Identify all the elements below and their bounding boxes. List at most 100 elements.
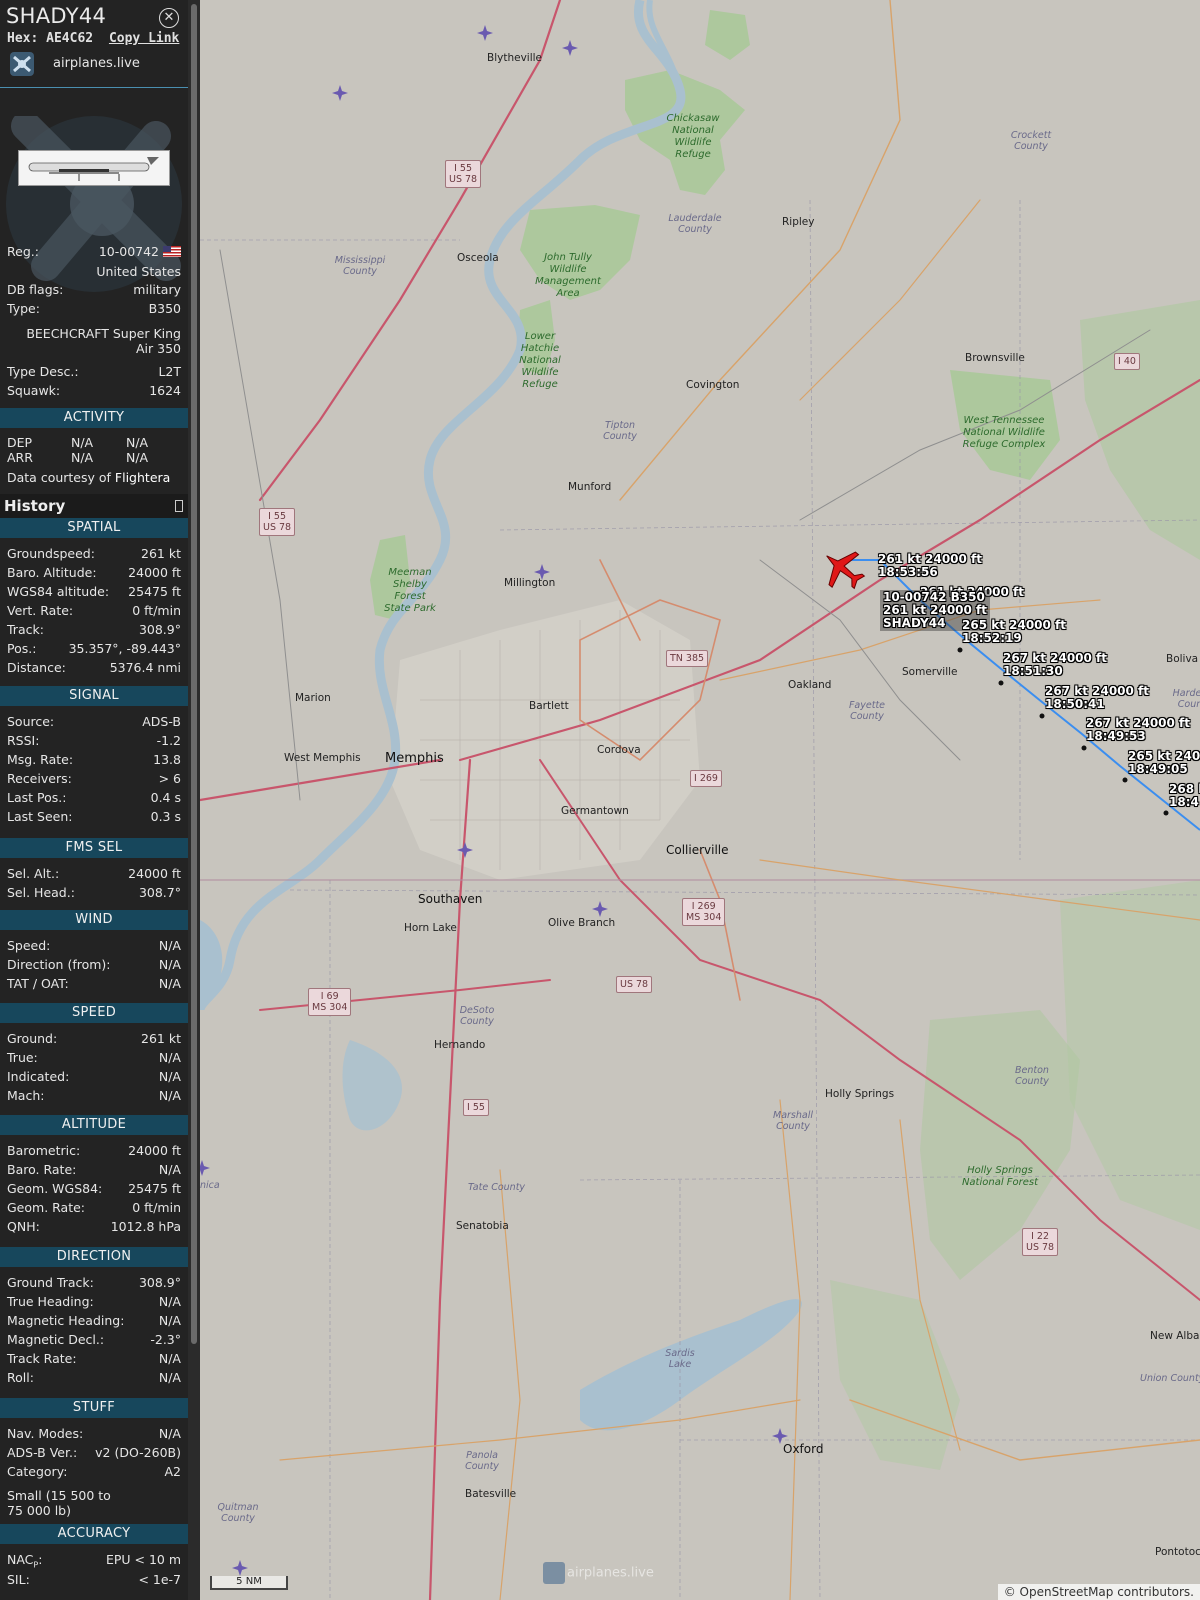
speed-row: Indicated: N/A — [7, 1069, 181, 1084]
speed-row: Mach: N/A — [7, 1088, 181, 1103]
track-point-label: 268 k18:4 — [1169, 782, 1200, 809]
aircraft-marker-icon[interactable] — [820, 546, 866, 592]
scrollbar-thumb[interactable] — [191, 4, 197, 1344]
airplanes-live-logo-icon — [10, 52, 34, 76]
direction-header: DIRECTION — [0, 1247, 188, 1267]
spatial-header: SPATIAL — [0, 518, 188, 538]
city-label: Ripley — [782, 216, 815, 228]
track-point-label: 267 kt 24000 ft 18:49:53 — [1086, 716, 1191, 743]
city-label: New Albany — [1150, 1330, 1200, 1342]
map-watermark: airplanes.live — [543, 1562, 654, 1584]
aircraft-label[interactable]: 261 kt 24000 ft 18:53:56 — [878, 553, 982, 579]
spatial-row: Track: 308.9° — [7, 622, 181, 637]
reg-row: Reg.: 10-00742 — [7, 244, 181, 263]
sil-row: SIL: < 1e-7 — [7, 1572, 181, 1587]
map-base — [200, 0, 1200, 1600]
track-point-label: 265 kt 240 18:49:05 — [1128, 749, 1200, 776]
direction-row: True Heading: N/A — [7, 1294, 181, 1309]
city-label: West Memphis — [284, 752, 361, 764]
close-icon[interactable]: ✕ — [159, 8, 179, 28]
city-label: Cordova — [597, 744, 641, 756]
park-label: John Tully Wildlife Management Area — [535, 252, 601, 299]
park-label: Lower Hatchie National Wildlife Refuge — [519, 331, 561, 390]
signal-row: Last Seen: 0.3 s — [7, 809, 181, 824]
county-label: Harden Coun — [1172, 688, 1200, 710]
county-label: Quitman County — [217, 1502, 259, 1524]
altitude-row: Barometric: 24000 ft — [7, 1143, 181, 1158]
flightera-link[interactable]: Flightera — [115, 470, 170, 485]
spatial-row: Pos.: 35.357°, -89.443° — [7, 641, 181, 656]
fms-header: FMS SEL — [0, 838, 188, 858]
city-label: Senatobia — [456, 1220, 509, 1232]
park-label: Chickasaw National Wildlife Refuge — [666, 113, 720, 160]
altitude-header: ALTITUDE — [0, 1115, 188, 1135]
spatial-row: Groundspeed: 261 kt — [7, 546, 181, 561]
altitude-row: Baro. Rate: N/A — [7, 1162, 181, 1177]
city-label: Batesville — [465, 1488, 517, 1500]
direction-row: Track Rate: N/A — [7, 1351, 181, 1366]
route-shield: I 55 — [463, 1099, 489, 1116]
source-name: airplanes.live — [53, 56, 140, 71]
city-label: Holly Springs — [825, 1088, 895, 1100]
park-label: Holly Springs National Forest — [961, 1165, 1039, 1188]
track-point-label: 267 kt 24000 ft 18:50:41 — [1045, 684, 1150, 711]
expand-icon[interactable] — [175, 500, 183, 512]
stuff-row: Category: A2 — [7, 1464, 181, 1479]
spatial-row: WGS84 altitude: 25475 ft — [7, 584, 181, 599]
spatial-row: Distance: 5376.4 nmi — [7, 660, 181, 675]
city-label: Oxford — [783, 1442, 824, 1456]
county-label: Panola County — [465, 1450, 499, 1472]
route-shield: I 55 US 78 — [259, 508, 296, 536]
city-label: Olive Branch — [548, 917, 616, 929]
city-label: Boliva — [1166, 653, 1199, 665]
map-view[interactable]: Blytheville Osceola Ripley Brownsville C… — [200, 0, 1200, 1600]
route-shield: I 55 US 78 — [445, 160, 482, 188]
signal-row: RSSI: -1.2 — [7, 733, 181, 748]
route-shield: US 78 — [616, 976, 653, 993]
typedesc-row: Type Desc.: L2T — [7, 364, 181, 379]
fms-row: Sel. Head.: 308.7° — [7, 885, 181, 900]
city-label: Oakland — [788, 679, 832, 691]
city-label: Covington — [686, 379, 740, 391]
county-label: DeSoto County — [459, 1005, 495, 1027]
history-title: History — [4, 497, 66, 515]
direction-row: Roll: N/A — [7, 1370, 181, 1385]
us-flag-icon — [163, 246, 181, 257]
city-label: Osceola — [457, 252, 499, 264]
signal-row: Source: ADS-B — [7, 714, 181, 729]
category-description: Small (15 500 to 75 000 lb) — [7, 1488, 111, 1518]
signal-row: Msg. Rate: 13.8 — [7, 752, 181, 767]
spatial-row: Vert. Rate: 0 ft/min — [7, 603, 181, 618]
wind-row: Speed: N/A — [7, 938, 181, 953]
signal-row: Last Pos.: 0.4 s — [7, 790, 181, 805]
route-shield: I 69 MS 304 — [308, 988, 352, 1016]
source-link[interactable]: airplanes.live — [8, 50, 184, 78]
wind-row: TAT / OAT: N/A — [7, 976, 181, 991]
city-label: Horn Lake — [404, 922, 457, 934]
dbflags-value: military — [133, 282, 181, 297]
copy-link-button[interactable]: Copy Link — [109, 31, 179, 46]
nacp-row: NACP: EPU < 10 m — [7, 1552, 181, 1570]
route-shield: I 40 — [1114, 353, 1140, 370]
activity-header: ACTIVITY — [0, 408, 188, 428]
map-scale: 5 NM — [210, 1576, 288, 1590]
spatial-row: Baro. Altitude: 24000 ft — [7, 565, 181, 580]
type-value: B350 — [148, 301, 181, 316]
route-shield: I 269 — [690, 770, 722, 787]
city-label: Hernando — [434, 1039, 486, 1051]
county-label: Benton County — [1015, 1065, 1049, 1087]
divider — [0, 87, 188, 88]
city-label: Millington — [504, 577, 556, 589]
aircraft-photo[interactable] — [18, 150, 170, 186]
signal-header: SIGNAL — [0, 686, 188, 706]
county-label: Union County — [1140, 1373, 1200, 1384]
history-toggle[interactable]: History — [0, 494, 188, 518]
hex-code: AE4C62 — [46, 31, 94, 46]
sidebar-scrollbar[interactable] — [188, 0, 200, 1600]
city-label: Germantown — [561, 805, 629, 817]
squawk-value: 1624 — [149, 383, 181, 398]
lake-label: Sardis Lake — [665, 1348, 695, 1370]
map-attribution[interactable]: © OpenStreetMap contributors. — [997, 1584, 1200, 1600]
city-label: Pontotoc — [1155, 1546, 1200, 1558]
county-label: Crockett County — [1010, 130, 1052, 152]
